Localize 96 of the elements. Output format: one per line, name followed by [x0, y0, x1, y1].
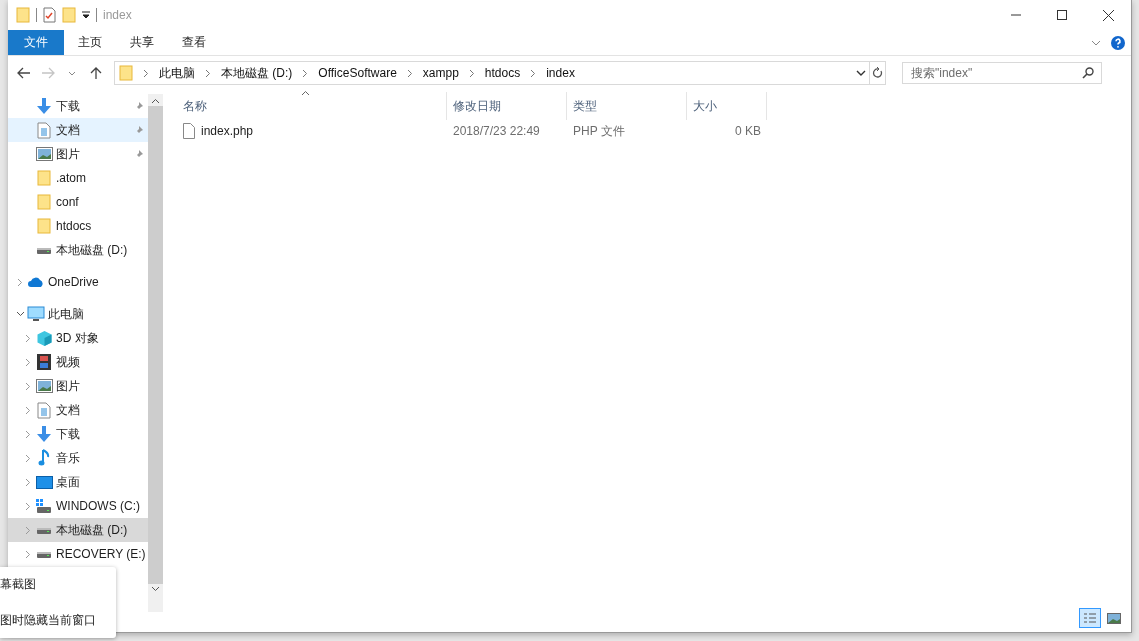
scroll-down-icon[interactable]: [151, 586, 160, 592]
chevron-right-icon[interactable]: [468, 68, 475, 78]
nav-item[interactable]: 图片: [8, 142, 148, 166]
scroll-up-icon[interactable]: [151, 98, 160, 104]
type-cell-text: PHP 文件: [572, 122, 626, 140]
down-arrow-icon: [36, 97, 52, 115]
close-icon[interactable]: [1102, 9, 1114, 21]
file-name[interactable]: index.php: [201, 124, 254, 138]
drive-icon: [36, 549, 52, 559]
nav-item[interactable]: OneDrive: [8, 270, 148, 294]
collapsed-chevron-icon[interactable]: [25, 549, 31, 559]
folder-icon: [119, 65, 133, 81]
nav-item[interactable]: 音乐: [8, 446, 148, 470]
chevron-right-icon[interactable]: [143, 68, 149, 78]
nav-item[interactable]: htdocs: [8, 214, 148, 238]
date-cell-text: 2018/7/23 22:49: [452, 124, 541, 138]
drive-icon: [36, 245, 52, 255]
size-cell-text: 0 KB: [734, 124, 762, 138]
address-bar[interactable]: 此电脑 本地磁盘 (D:) OfficeSoftware xampp htdocs index: [114, 61, 886, 85]
document-icon: [37, 401, 51, 419]
nav-item[interactable]: conf: [8, 190, 148, 214]
breadcrumb[interactable]: OfficeSoftware: [314, 66, 401, 80]
refresh-icon[interactable]: [872, 67, 883, 79]
expand-ribbon-icon[interactable]: [1091, 39, 1101, 46]
cube-icon: [35, 329, 53, 347]
ribbon-tab[interactable]: 查看: [168, 30, 220, 55]
folder-icon: [16, 7, 30, 23]
document-icon: [37, 121, 51, 139]
expanded-chevron-icon[interactable]: [15, 311, 25, 317]
chevron-down-icon[interactable]: [856, 70, 866, 76]
film-icon: [37, 354, 51, 370]
nav-item[interactable]: RECOVERY (E:): [8, 542, 148, 566]
column-header[interactable]: 修改日期: [447, 92, 567, 120]
nav-item[interactable]: 此电脑: [8, 302, 148, 326]
file-menu-button[interactable]: 文件: [8, 30, 64, 55]
menu-item[interactable]: 幕截图: [0, 576, 116, 594]
help-icon[interactable]: [1111, 35, 1125, 50]
windows-drive-icon: [36, 499, 52, 513]
drive-icon: [36, 525, 52, 535]
back-arrow-icon[interactable]: [17, 67, 31, 79]
folder-icon: [37, 218, 51, 234]
nav-item[interactable]: 文档: [8, 398, 148, 422]
scrollbar[interactable]: [148, 94, 163, 612]
breadcrumb[interactable]: 本地磁盘 (D:): [217, 64, 297, 82]
up-arrow-icon[interactable]: [90, 66, 102, 80]
picture-icon: [35, 147, 53, 161]
chevron-right-icon[interactable]: [302, 68, 309, 78]
breadcrumb[interactable]: htdocs: [480, 66, 525, 80]
menu-item[interactable]: 图时隐藏当前窗口: [0, 611, 116, 629]
music-note-icon: [38, 449, 50, 467]
column-header[interactable]: 名称: [177, 92, 447, 120]
collapsed-chevron-icon[interactable]: [25, 501, 31, 511]
folder-icon: [37, 194, 51, 210]
column-header[interactable]: 大小: [687, 92, 767, 120]
collapsed-chevron-icon[interactable]: [25, 333, 31, 343]
down-arrow-icon: [36, 425, 52, 443]
nav-item[interactable]: 本地磁盘 (D:): [8, 518, 148, 542]
nav-item[interactable]: 桌面: [8, 470, 148, 494]
chevron-right-icon[interactable]: [530, 68, 537, 78]
collapsed-chevron-icon[interactable]: [25, 357, 31, 367]
search-field[interactable]: 搜索"index": [902, 62, 1102, 84]
monitor-icon: [27, 306, 45, 322]
chevron-right-icon[interactable]: [406, 68, 413, 78]
picture-icon: [35, 379, 53, 393]
column-header[interactable]: 类型: [567, 92, 687, 120]
refresh-button[interactable]: [869, 62, 885, 84]
collapsed-chevron-icon[interactable]: [17, 277, 23, 287]
nav-item[interactable]: WINDOWS (C:): [8, 494, 148, 518]
breadcrumb[interactable]: index: [542, 66, 579, 80]
properties-icon[interactable]: [43, 7, 56, 23]
nav-item[interactable]: 下载: [8, 94, 148, 118]
search-icon[interactable]: [1082, 67, 1094, 79]
ribbon-tab[interactable]: 共享: [116, 30, 168, 55]
breadcrumb[interactable]: 此电脑: [155, 64, 199, 82]
chevron-right-icon[interactable]: [205, 68, 211, 78]
collapsed-chevron-icon[interactable]: [25, 429, 31, 439]
nav-item[interactable]: 视频: [8, 350, 148, 374]
collapsed-chevron-icon[interactable]: [25, 405, 31, 415]
nav-item[interactable]: 本地磁盘 (D:): [8, 238, 148, 262]
nav-item[interactable]: 文档: [8, 118, 148, 142]
file-icon: [183, 123, 195, 139]
window-title: index: [103, 8, 132, 22]
nav-item[interactable]: 下载: [8, 422, 148, 446]
collapsed-chevron-icon[interactable]: [25, 453, 31, 463]
nav-item[interactable]: 3D 对象: [8, 326, 148, 350]
folder-icon: [37, 170, 51, 186]
cloud-icon: [27, 276, 45, 288]
collapsed-chevron-icon[interactable]: [25, 477, 31, 487]
dropdown-caret-icon[interactable]: [82, 11, 90, 19]
maximize-icon[interactable]: [1057, 10, 1067, 20]
nav-item[interactable]: .atom: [8, 166, 148, 190]
breadcrumb[interactable]: xampp: [418, 66, 463, 80]
ribbon-tab[interactable]: 主页: [64, 30, 116, 55]
desktop-icon: [35, 475, 53, 489]
nav-item[interactable]: 图片: [8, 374, 148, 398]
collapsed-chevron-icon[interactable]: [25, 381, 31, 391]
